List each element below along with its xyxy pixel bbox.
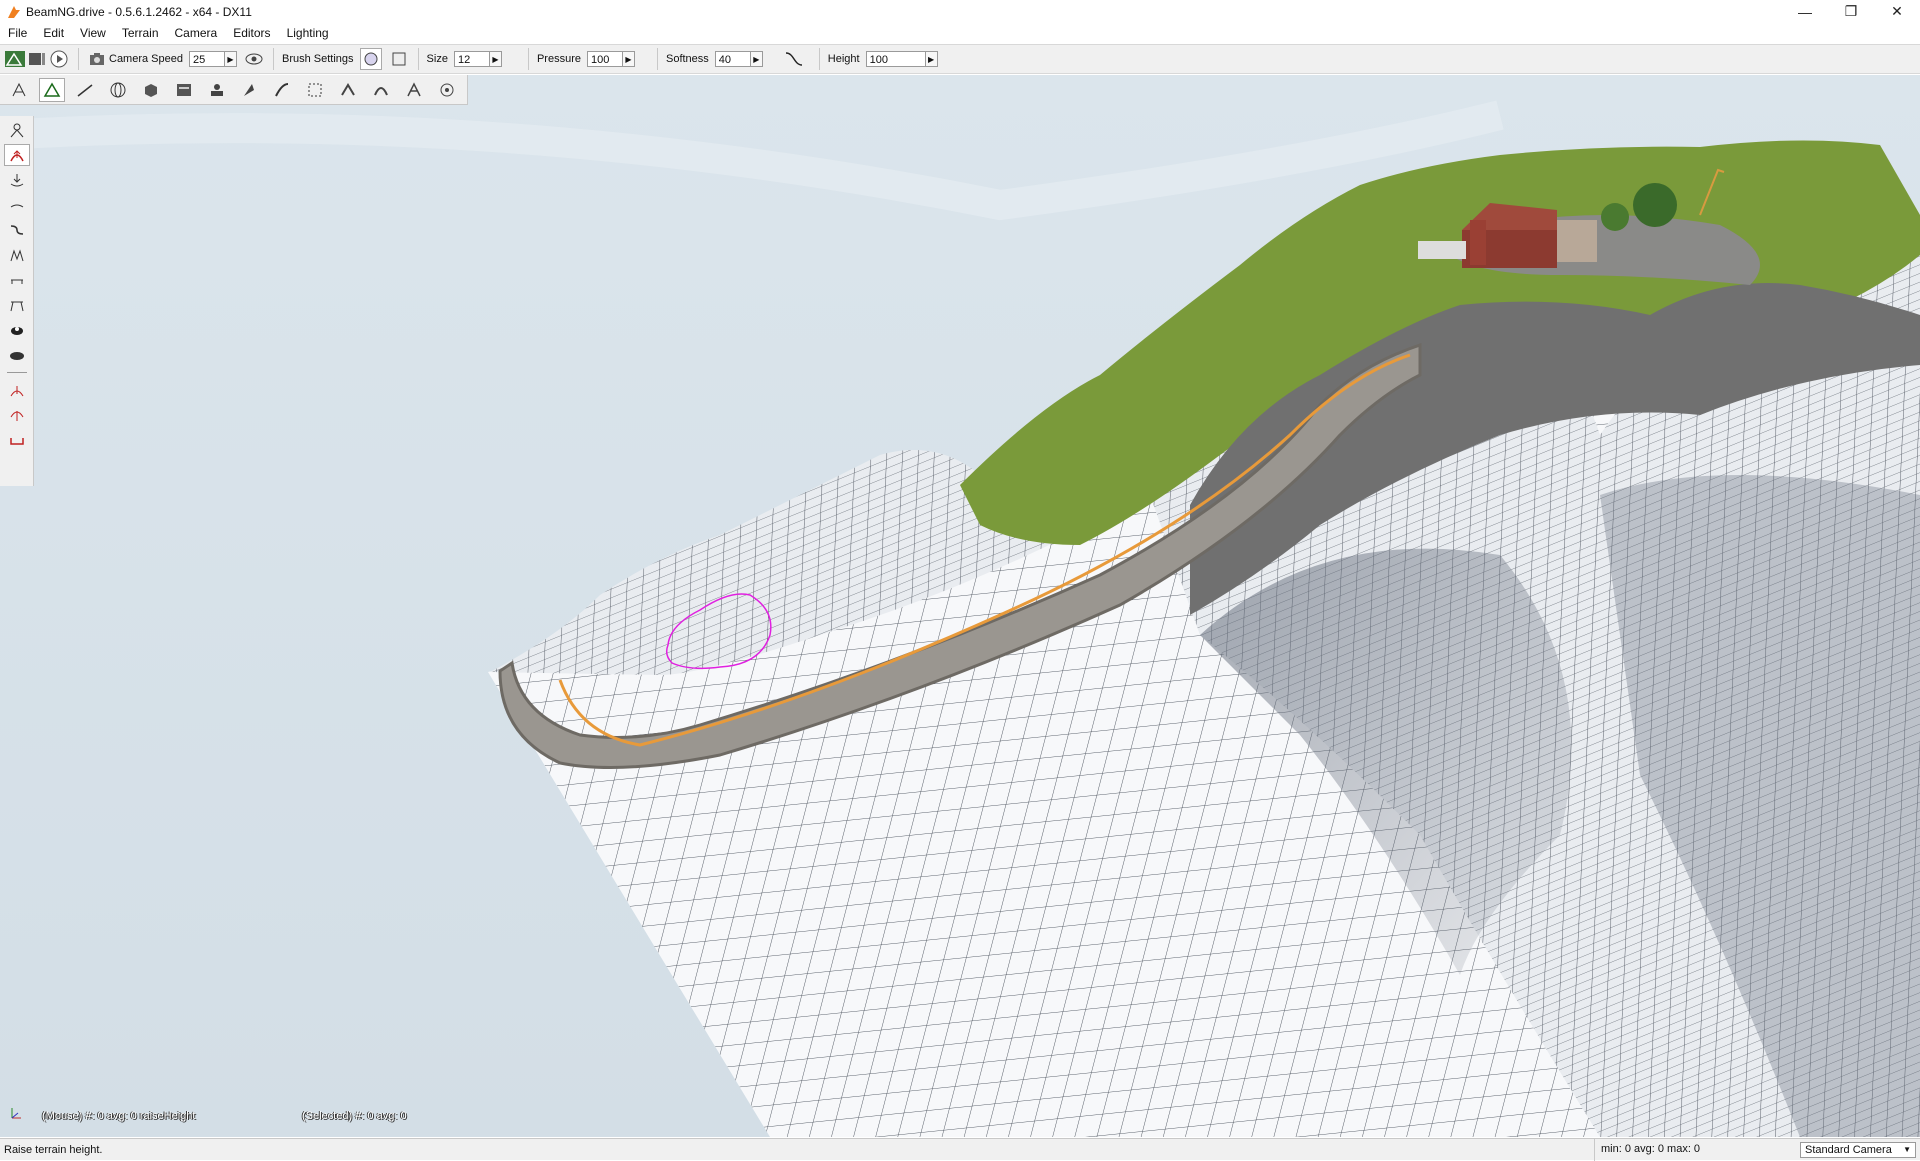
brush-settings-label: Brush Settings [282,53,354,65]
menu-editors[interactable]: Editors [225,26,278,40]
divider [78,48,79,70]
softness-label: Softness [665,53,709,65]
status-bar: Raise terrain height. min: 0 avg: 0 max:… [0,1138,1920,1161]
divider [818,48,820,70]
circle-brush-icon[interactable] [359,48,382,70]
beamng-app-icon [8,5,20,18]
pressure-label: Pressure [536,53,581,65]
divider [273,48,274,70]
cube-icon[interactable] [138,78,164,102]
mouse-info-readout: (Mouse) #: 0 avg: 0 raiseHeight [42,1110,196,1122]
tree-icon [1633,183,1677,227]
title-bar: BeamNG.drive - 0.5.6.1.2462 - x64 - DX11… [0,0,1920,23]
navmesh-icon[interactable] [368,78,394,102]
divider [7,372,27,373]
adjust-height-icon[interactable] [4,429,30,451]
clear-terrain-icon[interactable] [4,319,30,341]
gui-editor-icon[interactable] [26,48,48,70]
camera-speed-label: Camera Speed [109,53,183,65]
particle-icon[interactable] [434,78,460,102]
height-stats: min: 0 avg: 0 max: 0 [1594,1138,1792,1161]
chevron-right-icon[interactable]: ▶ [750,51,763,67]
terrain-tool-palette [0,116,34,486]
chevron-right-icon[interactable]: ▶ [225,51,237,67]
terrain-viewport[interactable] [0,75,1920,1137]
height-label: Height [827,53,860,65]
camera-mode-value: Standard Camera [1805,1143,1892,1156]
chevron-down-icon: ▼ [1903,1144,1911,1154]
restore-terrain-icon[interactable] [4,344,30,366]
chevron-right-icon[interactable]: ▶ [622,51,635,67]
main-toolbar: Camera Speed 25 ▶ Brush Settings Size 12… [0,44,1920,74]
road-editor-icon[interactable] [269,78,295,102]
size-field[interactable]: 12 [453,51,490,67]
menu-terrain[interactable]: Terrain [114,26,167,40]
menu-camera[interactable]: Camera [167,26,226,40]
river-icon[interactable] [335,78,361,102]
play-icon[interactable] [48,48,70,70]
smooth-slope-icon[interactable] [4,219,30,241]
world-editor-icon[interactable] [4,48,26,70]
square-brush-icon[interactable] [388,48,410,70]
menu-view[interactable]: View [72,26,114,40]
minimize-icon[interactable]: — [1782,0,1828,23]
divider [527,48,529,70]
size-label: Size [426,53,448,65]
close-icon[interactable]: ✕ [1874,0,1920,23]
camera-icon[interactable] [87,48,109,70]
pressure-field[interactable]: 100 [586,51,623,67]
divider [656,48,658,70]
camera-mode-select[interactable]: Standard Camera ▼ [1800,1141,1916,1158]
terrain-editor-icon[interactable] [38,77,65,102]
flatten-icon[interactable] [4,269,30,291]
visibility-eye-icon[interactable] [243,48,265,70]
height-field[interactable]: 100 [865,51,926,67]
chevron-right-icon[interactable]: ▶ [489,51,502,67]
window-title: BeamNG.drive - 0.5.6.1.2462 - x64 - DX11 [26,4,252,19]
raise-selection-icon[interactable] [4,379,30,401]
restore-icon[interactable]: ❐ [1828,0,1874,23]
softness-curve-icon[interactable] [783,48,805,70]
menu-edit[interactable]: Edit [35,26,72,40]
paint-noise-icon[interactable] [4,244,30,266]
menu-file[interactable]: File [0,26,35,40]
softness-field[interactable]: 40 [714,51,751,67]
lower-selection-icon[interactable] [4,404,30,426]
object-select-icon[interactable] [6,78,32,102]
terrain-toolbar [0,75,468,105]
menu-lighting[interactable]: Lighting [279,26,337,40]
select-tool-icon[interactable] [4,119,30,141]
decal-icon[interactable] [204,78,230,102]
divider [417,48,419,70]
smooth-height-icon[interactable] [4,194,30,216]
datablock-icon[interactable] [171,78,197,102]
tree-icon [1601,203,1629,231]
terrain-painter-icon[interactable] [72,78,98,102]
set-height-icon[interactable] [4,294,30,316]
globe-icon[interactable] [105,78,131,102]
lower-height-icon[interactable] [4,169,30,191]
menu-bar: File Edit View Terrain Camera Editors Li… [0,23,1920,43]
chevron-right-icon[interactable]: ▶ [925,51,938,67]
status-message: Raise terrain height. [4,1143,103,1156]
forest-icon[interactable] [236,78,262,102]
mesh-road-icon[interactable] [302,78,328,102]
camera-speed-field[interactable]: 25 [189,51,225,67]
selected-info-readout: (Selected) #: 0 avg: 0 [302,1110,407,1122]
axis-gizmo-icon [10,1106,22,1123]
shape-icon[interactable] [401,78,427,102]
raise-height-icon[interactable] [4,144,30,166]
